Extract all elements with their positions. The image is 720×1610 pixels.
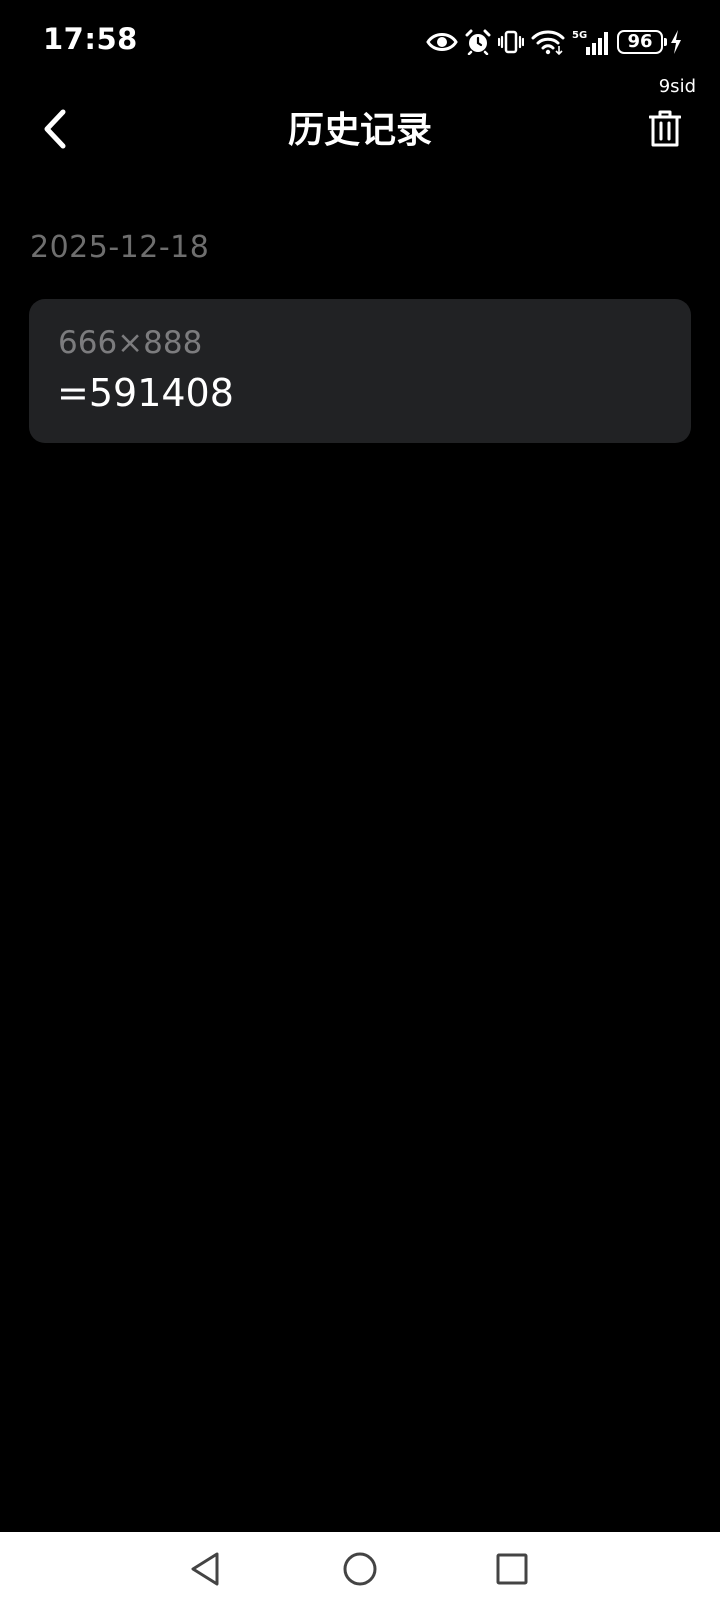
battery-icon: 96 — [617, 30, 667, 54]
nav-home-icon — [342, 1551, 378, 1591]
nav-back-icon — [188, 1551, 222, 1591]
signal-5g-label: 5G — [572, 30, 587, 41]
history-record[interactable]: 666×888 =591408 — [29, 299, 691, 443]
status-time: 17:58 — [43, 22, 138, 56]
record-expression: 666×888 — [58, 325, 203, 361]
charging-icon — [670, 30, 682, 54]
nav-recents-button[interactable] — [487, 1546, 537, 1596]
battery-level: 96 — [627, 31, 653, 52]
network-speed: 9sid — [658, 76, 696, 97]
page-title: 历史记录 — [287, 110, 432, 151]
system-nav-bar — [0, 1532, 720, 1610]
history-date: 2025-12-18 — [30, 230, 210, 265]
status-bar: 17:58 5G 96 9sid — [0, 0, 720, 97]
trash-icon — [648, 110, 682, 152]
app-header: 历史记录 — [0, 96, 720, 166]
nav-back-button[interactable] — [180, 1546, 230, 1596]
vibrate-icon — [498, 29, 524, 55]
record-result: =591408 — [57, 371, 234, 415]
alarm-icon — [465, 29, 491, 55]
wifi-icon — [531, 29, 565, 55]
signal-5g-icon: 5G — [572, 28, 610, 56]
delete-history-button[interactable] — [640, 104, 690, 158]
eye-icon — [426, 31, 458, 53]
nav-home-button[interactable] — [335, 1546, 385, 1596]
nav-recents-icon — [495, 1552, 529, 1590]
status-icons: 5G 96 — [426, 24, 682, 60]
